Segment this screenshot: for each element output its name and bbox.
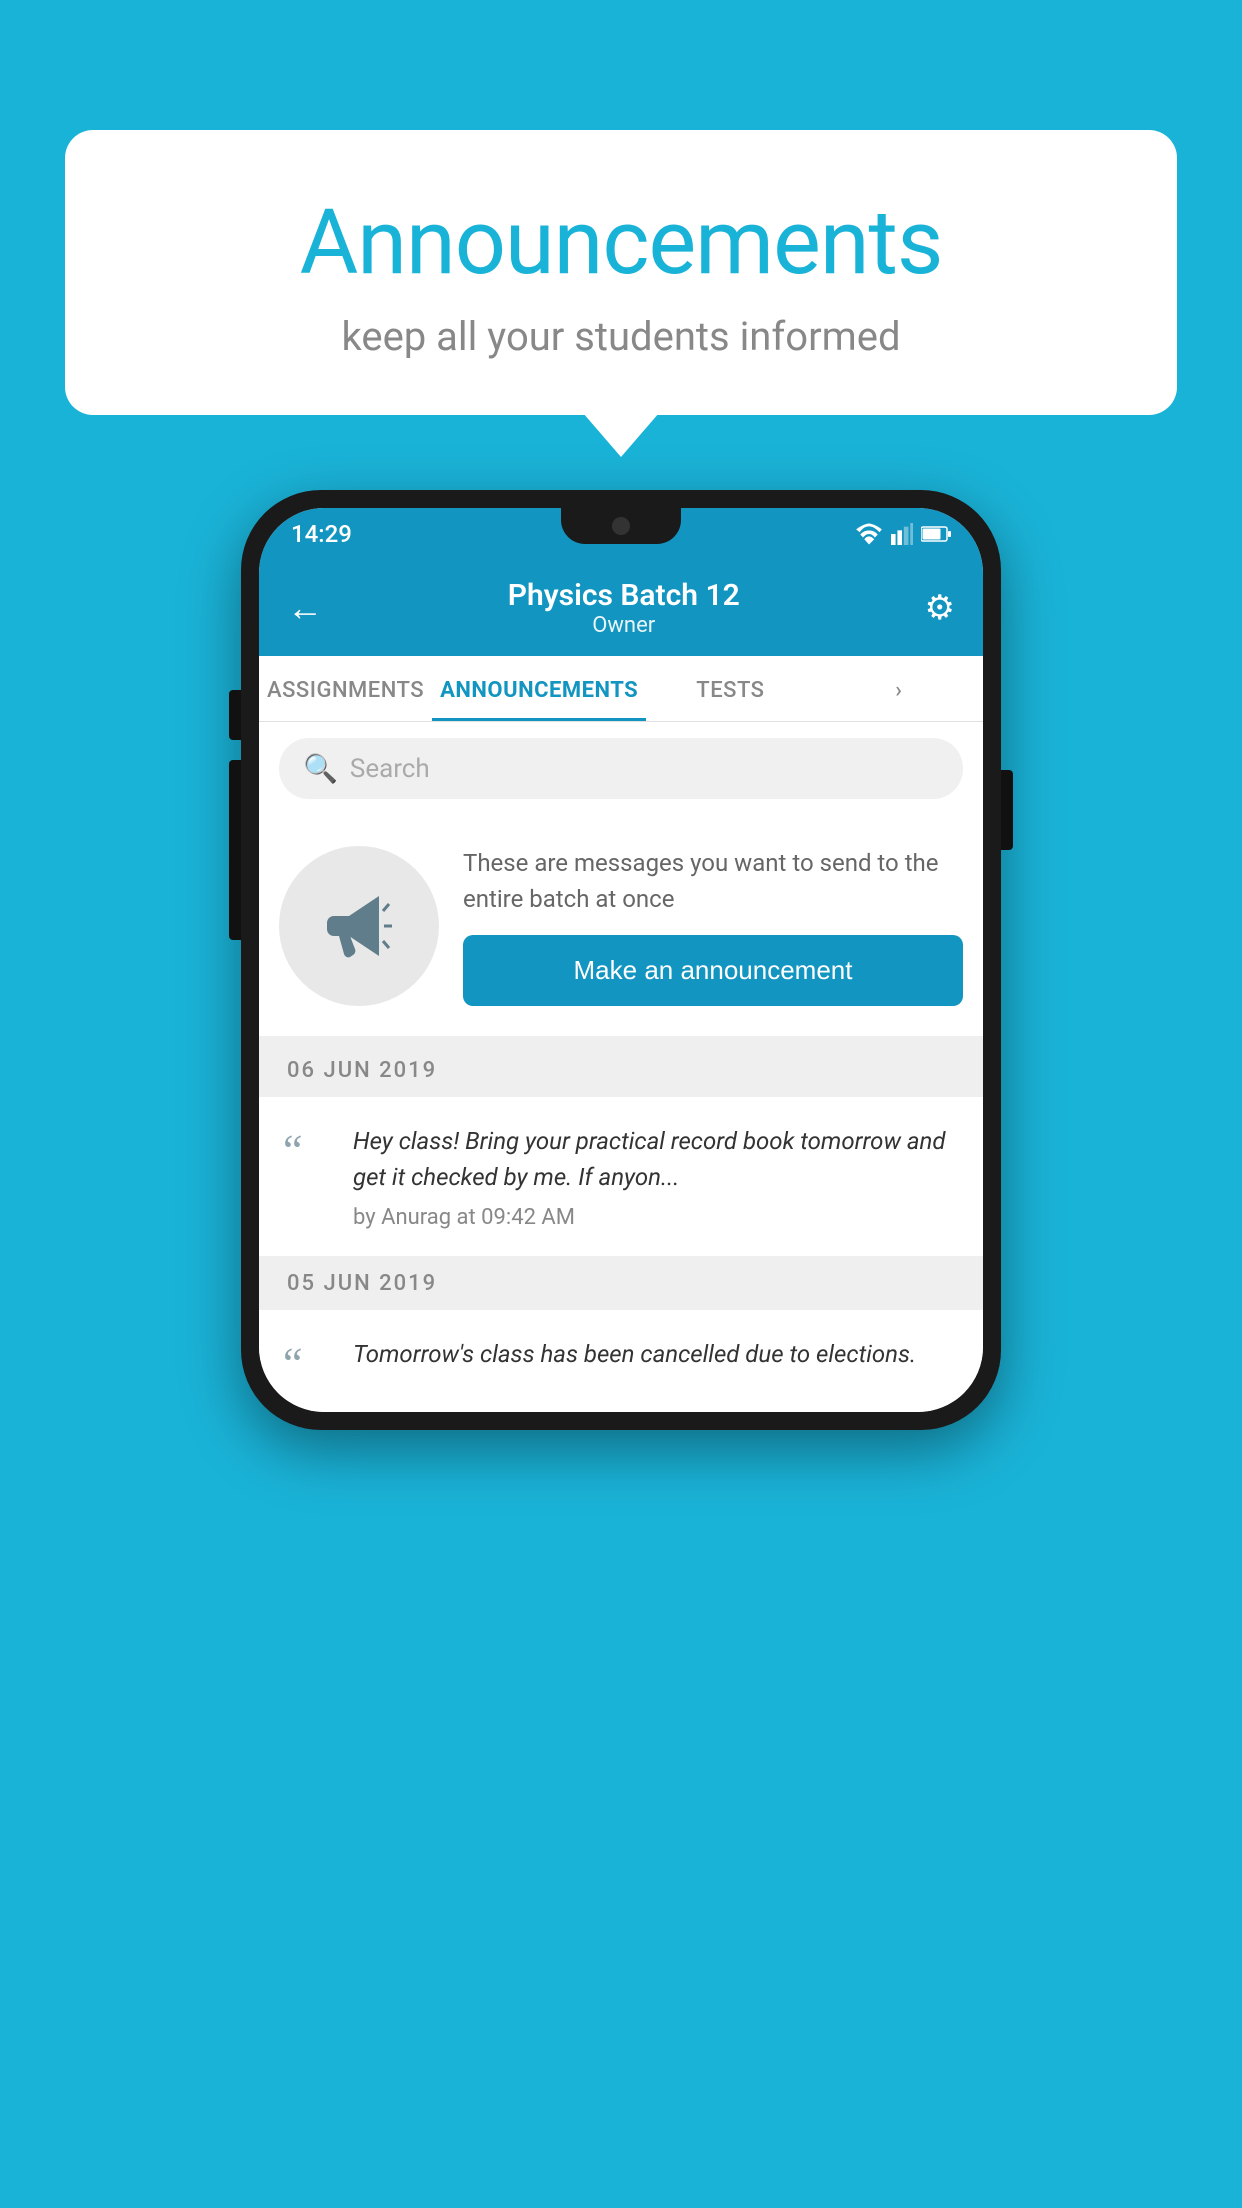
tab-announcements[interactable]: ANNOUNCEMENTS xyxy=(432,656,646,721)
date-separator-1: 06 JUN 2019 xyxy=(259,1044,983,1097)
promo-block: These are messages you want to send to t… xyxy=(259,815,983,1044)
search-input-wrap[interactable]: 🔍 Search xyxy=(279,738,963,799)
phone-notch xyxy=(561,508,681,544)
announcement-content-2: Tomorrow's class has been cancelled due … xyxy=(353,1336,959,1386)
search-icon: 🔍 xyxy=(303,752,338,785)
status-icons xyxy=(855,523,951,545)
front-camera xyxy=(612,517,630,535)
tabs-bar: ASSIGNMENTS ANNOUNCEMENTS TESTS › xyxy=(259,656,983,722)
status-time: 14:29 xyxy=(291,520,352,548)
back-button[interactable]: ← xyxy=(287,587,323,629)
header-center: Physics Batch 12 Owner xyxy=(508,578,740,638)
promo-right: These are messages you want to send to t… xyxy=(463,845,963,1006)
volume-btn-2 xyxy=(229,760,241,840)
speech-bubble: Announcements keep all your students inf… xyxy=(65,130,1177,415)
volume-btn-3 xyxy=(229,860,241,940)
bubble-subtitle: keep all your students informed xyxy=(145,313,1097,360)
quote-icon-2: “ xyxy=(283,1336,333,1386)
quote-icon-1: “ xyxy=(283,1123,333,1230)
tab-more[interactable]: › xyxy=(815,656,983,721)
wifi-icon xyxy=(855,523,883,545)
announcement-content-1: Hey class! Bring your practical record b… xyxy=(353,1123,959,1230)
announcement-meta-1: by Anurag at 09:42 AM xyxy=(353,1205,959,1230)
bubble-title: Announcements xyxy=(145,190,1097,295)
announcement-item-1[interactable]: “ Hey class! Bring your practical record… xyxy=(259,1097,983,1257)
phone-outer: 14:29 xyxy=(241,490,1001,1430)
volume-btn-1 xyxy=(229,690,241,740)
tab-tests[interactable]: TESTS xyxy=(646,656,814,721)
phone-screen: 14:29 xyxy=(259,508,983,1412)
signal-icon xyxy=(891,523,913,545)
announcement-text-1: Hey class! Bring your practical record b… xyxy=(353,1123,959,1195)
battery-icon xyxy=(921,525,951,543)
promo-description: These are messages you want to send to t… xyxy=(463,845,963,917)
announcement-item-2[interactable]: “ Tomorrow's class has been cancelled du… xyxy=(259,1310,983,1412)
speech-bubble-container: Announcements keep all your students inf… xyxy=(65,130,1177,415)
megaphone-icon xyxy=(319,886,399,966)
batch-role: Owner xyxy=(508,613,740,638)
announcement-text-2: Tomorrow's class has been cancelled due … xyxy=(353,1336,959,1372)
promo-icon-circle xyxy=(279,846,439,1006)
app-header: ← Physics Batch 12 Owner ⚙ xyxy=(259,560,983,656)
tab-assignments[interactable]: ASSIGNMENTS xyxy=(259,656,432,721)
search-bar: 🔍 Search xyxy=(259,722,983,815)
date-separator-2: 05 JUN 2019 xyxy=(259,1257,983,1310)
phone-mockup: 14:29 xyxy=(241,490,1001,1430)
search-placeholder: Search xyxy=(350,754,430,784)
batch-title: Physics Batch 12 xyxy=(508,578,740,613)
make-announcement-button[interactable]: Make an announcement xyxy=(463,935,963,1006)
settings-icon[interactable]: ⚙ xyxy=(925,588,955,628)
